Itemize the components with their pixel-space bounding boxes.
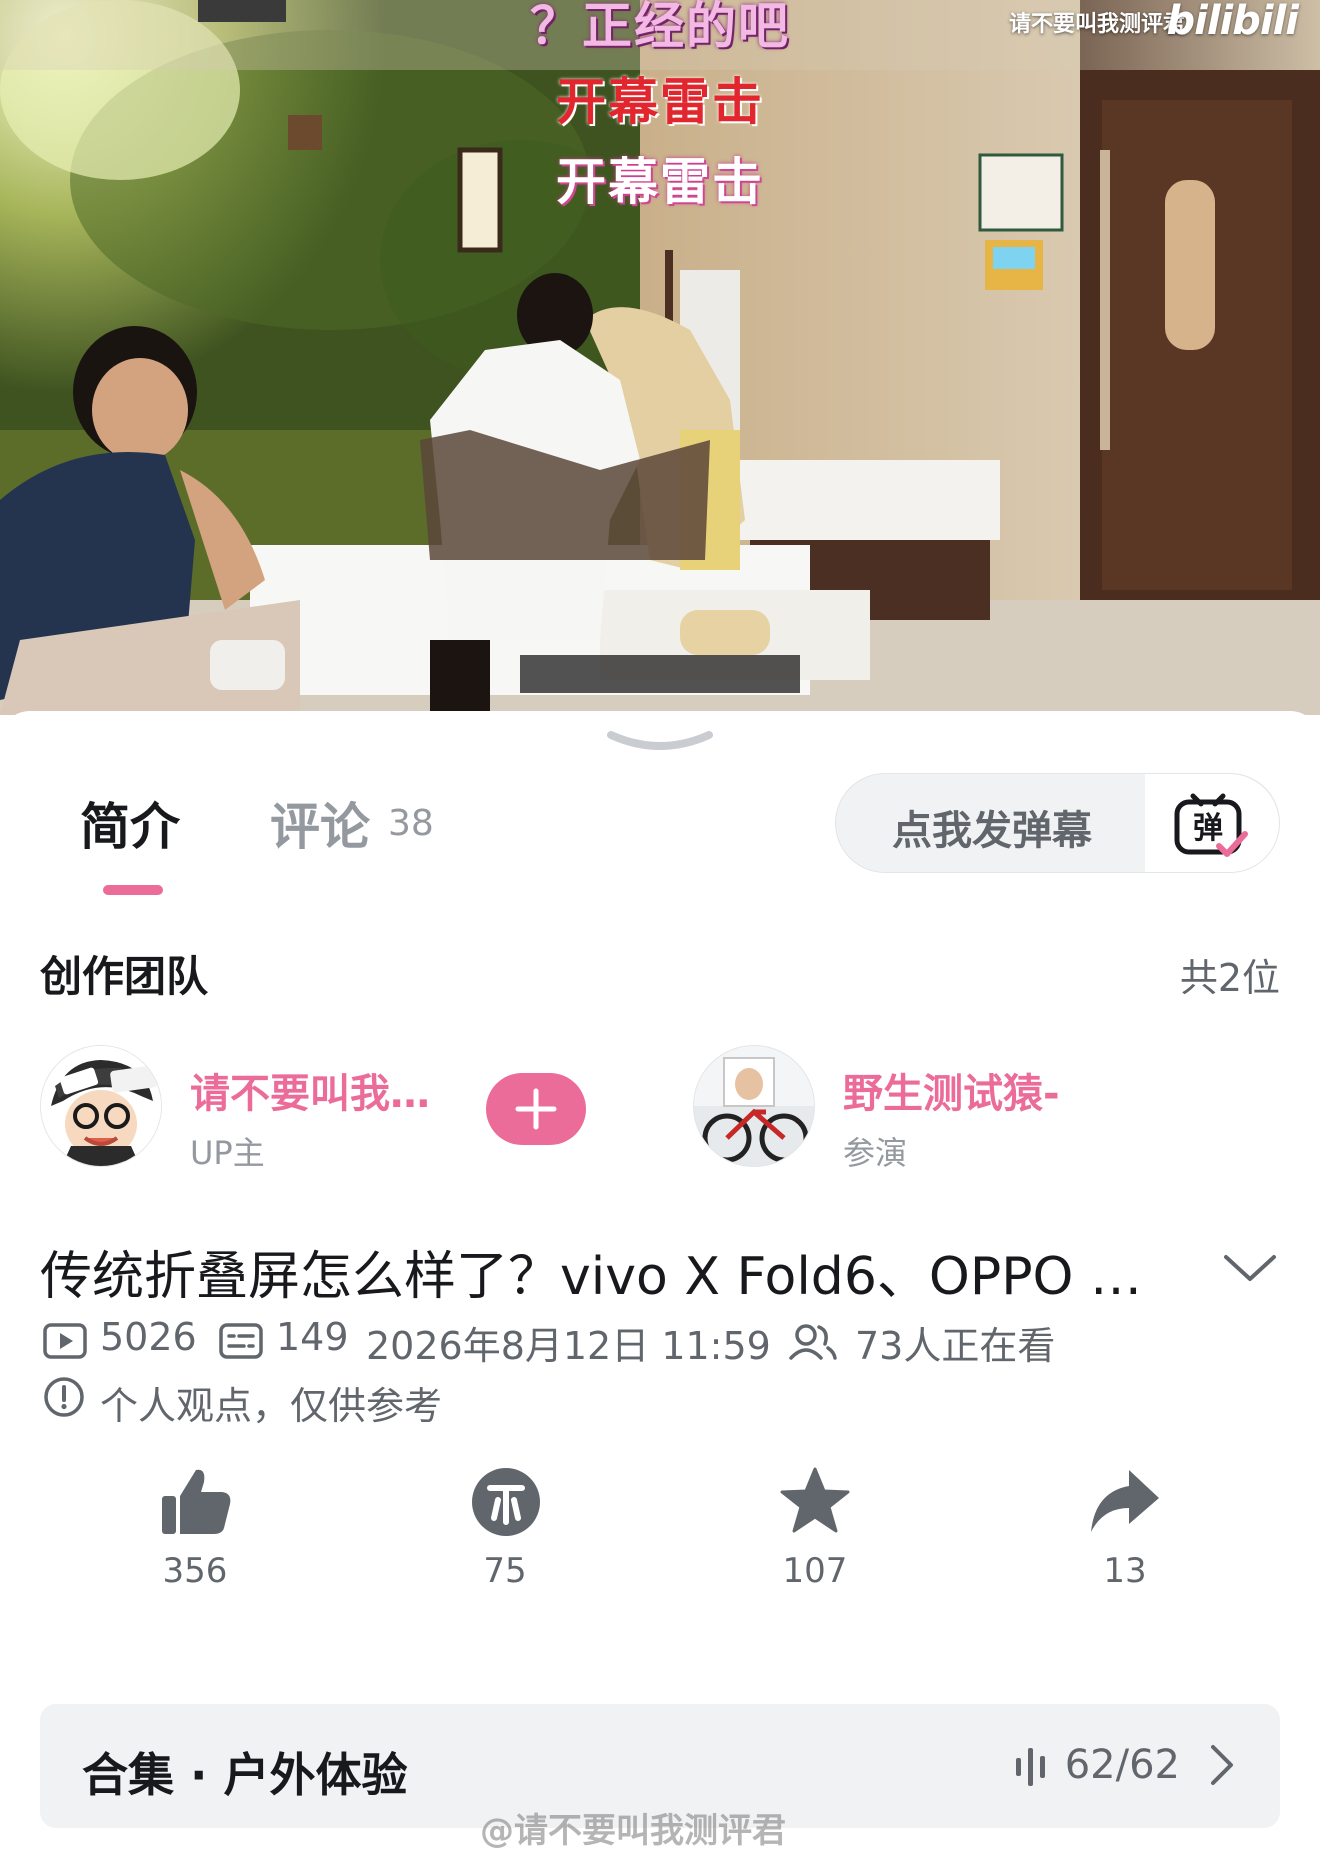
sheet-handle-icon[interactable] xyxy=(605,727,715,755)
danmaku-comment: 开幕雷击 xyxy=(556,153,764,211)
share-arrow-icon[interactable] xyxy=(1089,1466,1161,1538)
like-icon[interactable] xyxy=(160,1466,232,1538)
tab-comments[interactable]: 评论 xyxy=(270,787,370,859)
danmaku-input-bar: 点我发弹幕 弹 xyxy=(835,773,1280,873)
coin-icon[interactable] xyxy=(470,1466,542,1538)
play-count: 5026 xyxy=(100,1315,197,1359)
share-count: 13 xyxy=(1050,1551,1200,1591)
danmaku-count: 149 xyxy=(276,1315,349,1359)
channel-watermark: 请不要叫我测评君 xyxy=(1008,12,1185,37)
like-count: 356 xyxy=(120,1551,270,1591)
avatar[interactable] xyxy=(693,1045,815,1167)
publish-time: 2026年8月12日 11:59 xyxy=(366,1324,771,1368)
info-icon xyxy=(44,1377,84,1417)
chevron-right-icon xyxy=(1211,1745,1233,1785)
bilibili-logo: bilibili xyxy=(1166,0,1299,44)
danmaku-toggle-icon: 弹 xyxy=(1174,793,1248,857)
creator-name[interactable]: 野生测试猿- xyxy=(843,1061,1060,1119)
comment-count: 38 xyxy=(388,803,434,844)
creator-avatar-image xyxy=(41,1046,161,1166)
video-detail-sheet: 简介 评论 38 点我发弹幕 弹 创作团队 共2位 请不要叫我… UP主 野生测… xyxy=(0,711,1320,1849)
video-player[interactable]: ？正经的吧 开幕雷击 开幕雷击 请不要叫我测评君 bilibili xyxy=(0,0,1320,715)
video-title[interactable]: 传统折叠屏怎么样了？vivo X Fold6、OPPO … xyxy=(40,1234,1180,1309)
disclaimer-notice: 个人观点，仅供参考 xyxy=(100,1384,443,1428)
danmaku-toggle-button[interactable]: 弹 xyxy=(1145,774,1279,872)
collection-progress: 62/62 xyxy=(1064,1742,1180,1788)
danmaku-comment: 开幕雷击 xyxy=(556,73,764,131)
active-tab-indicator xyxy=(103,885,163,895)
coin-count-value: 75 xyxy=(483,1551,527,1591)
share-count-value: 13 xyxy=(1103,1551,1147,1591)
team-section-title: 创作团队 xyxy=(40,952,209,1001)
creator-role: 参演 xyxy=(843,1134,908,1172)
plus-icon xyxy=(515,1088,557,1130)
creator-role: UP主 xyxy=(190,1134,265,1172)
favorite-count-value: 107 xyxy=(782,1551,848,1591)
follow-button[interactable] xyxy=(486,1073,586,1145)
favorite-star-icon[interactable] xyxy=(779,1466,851,1538)
avatar[interactable] xyxy=(40,1045,162,1167)
danmaku-toggle-label: 弹 xyxy=(1193,811,1223,846)
like-count-value: 356 xyxy=(162,1551,228,1591)
watching-people-icon xyxy=(789,1324,837,1360)
collection-title: 合集 · 户外体验 xyxy=(82,1748,408,1802)
coin-count: 75 xyxy=(430,1551,580,1591)
favorite-count: 107 xyxy=(740,1551,890,1591)
member-avatar-image xyxy=(694,1046,814,1166)
team-member-count[interactable]: 共2位 xyxy=(1180,947,1280,1002)
danmaku-count-icon xyxy=(219,1323,263,1359)
tab-intro[interactable]: 简介 xyxy=(80,787,180,859)
watching-count: 73人正在看 xyxy=(855,1324,1056,1368)
danmaku-input[interactable]: 点我发弹幕 xyxy=(892,798,1092,856)
chevron-down-icon[interactable] xyxy=(1222,1251,1278,1285)
creator-name[interactable]: 请不要叫我… xyxy=(190,1061,430,1119)
playlist-bars-icon xyxy=(1016,1748,1045,1786)
weibo-watermark: @请不要叫我测评君 xyxy=(480,1811,786,1851)
play-count-icon xyxy=(43,1323,87,1359)
